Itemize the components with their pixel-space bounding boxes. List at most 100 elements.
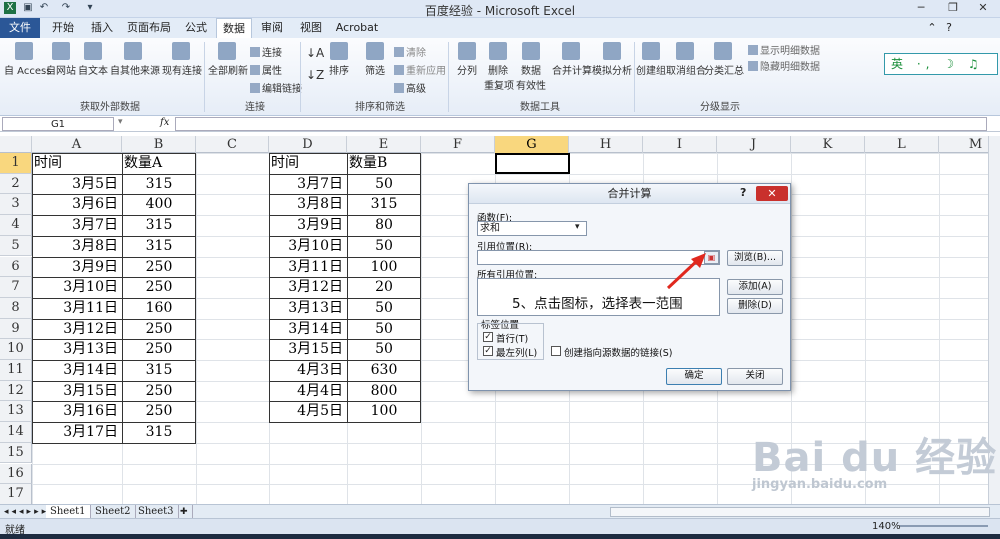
- group-button[interactable]: 创建组: [636, 42, 666, 77]
- from-other-sources-button[interactable]: 自其他来源: [110, 42, 160, 77]
- row-header[interactable]: 17: [0, 484, 32, 505]
- column-header[interactable]: L: [865, 136, 939, 153]
- from-web-button[interactable]: 自网站: [46, 42, 76, 77]
- name-box[interactable]: G1: [2, 117, 114, 131]
- active-cell-g1[interactable]: [495, 153, 570, 174]
- column-header[interactable]: C: [196, 136, 269, 153]
- row-header[interactable]: 14: [0, 422, 32, 443]
- consolidate-button[interactable]: 合并计算: [552, 42, 592, 77]
- column-header[interactable]: I: [643, 136, 717, 153]
- row-header[interactable]: 3: [0, 194, 32, 216]
- row-header[interactable]: 16: [0, 463, 32, 485]
- ime-toolbar[interactable]: 英 ·, ☽ ♫: [884, 53, 998, 75]
- sheet-tab-2[interactable]: Sheet2: [91, 505, 136, 519]
- properties-button[interactable]: 属性: [250, 62, 282, 77]
- ribbon-collapse-icon[interactable]: ⌃: [925, 18, 939, 38]
- sort-za-icon[interactable]: ↓Z: [306, 68, 324, 82]
- column-header[interactable]: B: [122, 136, 196, 153]
- reapply-button[interactable]: 重新应用: [394, 62, 446, 77]
- help-icon[interactable]: ?: [942, 18, 956, 38]
- new-sheet-icon[interactable]: ✚: [176, 505, 193, 519]
- table-rule: [347, 153, 348, 423]
- left-column-checkbox[interactable]: ✓: [483, 346, 493, 356]
- group-icon: [642, 42, 660, 60]
- row-header[interactable]: 13: [0, 401, 32, 423]
- column-header[interactable]: J: [717, 136, 791, 153]
- tab-view[interactable]: 视图: [293, 18, 329, 38]
- restore-icon[interactable]: ❐: [938, 0, 968, 16]
- zoom-slider[interactable]: [900, 525, 988, 527]
- tab-data[interactable]: 数据: [216, 18, 252, 38]
- ungroup-button[interactable]: 取消组合: [666, 42, 706, 77]
- tab-page-layout[interactable]: 页面布局: [124, 18, 174, 38]
- filter-button[interactable]: 筛选: [362, 42, 388, 77]
- browse-button[interactable]: 浏览(B)...: [727, 250, 783, 266]
- connections-button[interactable]: 连接: [250, 44, 282, 59]
- tab-home[interactable]: 开始: [45, 18, 81, 38]
- column-header[interactable]: G: [495, 136, 569, 153]
- sheet-nav-arrows-icon[interactable]: ◂◂◂▸▸▸: [4, 505, 49, 519]
- from-access-button[interactable]: 自 Access: [4, 42, 51, 77]
- clear-filter-button[interactable]: 清除: [394, 44, 426, 59]
- delete-button[interactable]: 删除(D): [727, 298, 783, 314]
- sheet-tab-1[interactable]: Sheet1: [46, 505, 91, 519]
- row-header[interactable]: 10: [0, 339, 32, 360]
- subtotal-button[interactable]: 分类汇总: [704, 42, 744, 77]
- function-select[interactable]: 求和: [477, 221, 587, 236]
- row-header[interactable]: 1: [0, 153, 32, 174]
- top-row-checkbox[interactable]: ✓: [483, 332, 493, 342]
- advanced-filter-button[interactable]: 高级: [394, 80, 426, 95]
- minimize-icon[interactable]: ─: [906, 0, 936, 16]
- remove-duplicates-button[interactable]: 删除 重复项: [484, 42, 514, 92]
- existing-connections-button[interactable]: 现有连接: [162, 42, 202, 77]
- sort-az-icon[interactable]: ↓A: [306, 46, 324, 60]
- refresh-all-button[interactable]: 全部刷新: [208, 42, 248, 77]
- row-header[interactable]: 15: [0, 442, 32, 464]
- column-header[interactable]: F: [421, 136, 495, 153]
- column-header[interactable]: D: [269, 136, 347, 153]
- row-header[interactable]: 6: [0, 256, 32, 278]
- row-header[interactable]: 9: [0, 318, 32, 340]
- row-header[interactable]: 5: [0, 235, 32, 257]
- from-text-button[interactable]: 自文本: [78, 42, 108, 77]
- chevron-down-icon[interactable]: ▾: [575, 222, 580, 232]
- row-header[interactable]: 7: [0, 277, 32, 298]
- row-header[interactable]: 12: [0, 380, 32, 402]
- column-header[interactable]: E: [347, 136, 421, 153]
- table-rule: [32, 380, 196, 382]
- ok-button[interactable]: 确定: [666, 368, 722, 385]
- formula-input[interactable]: [175, 117, 987, 131]
- tab-file[interactable]: 文件: [0, 18, 40, 38]
- tab-acrobat[interactable]: Acrobat: [334, 18, 380, 38]
- column-header[interactable]: K: [791, 136, 865, 153]
- horizontal-scrollbar[interactable]: [610, 507, 990, 517]
- data-validation-button[interactable]: 数据 有效性: [514, 42, 548, 92]
- column-header[interactable]: H: [569, 136, 643, 153]
- fx-icon[interactable]: fx: [160, 117, 169, 128]
- row-header[interactable]: 11: [0, 360, 32, 381]
- edit-links-button[interactable]: 编辑链接: [250, 80, 302, 95]
- add-button[interactable]: 添加(A): [727, 279, 783, 295]
- sheet-tab-3[interactable]: Sheet3: [134, 505, 179, 519]
- row-header[interactable]: 4: [0, 215, 32, 236]
- close-window-icon[interactable]: ✕: [968, 0, 998, 16]
- close-icon[interactable]: ✕: [756, 186, 788, 201]
- tab-insert[interactable]: 插入: [84, 18, 120, 38]
- namebox-dropdown-icon[interactable]: ▾: [118, 117, 123, 127]
- column-header[interactable]: A: [32, 136, 122, 153]
- row-header[interactable]: 2: [0, 173, 32, 195]
- show-detail-button[interactable]: 显示明细数据: [748, 42, 820, 57]
- sort-button[interactable]: 排序: [326, 42, 352, 77]
- row-header[interactable]: 8: [0, 297, 32, 319]
- zoom-level[interactable]: 140%: [872, 521, 901, 532]
- table-rule: [32, 318, 196, 320]
- create-links-checkbox[interactable]: [551, 346, 561, 356]
- tab-review[interactable]: 审阅: [254, 18, 290, 38]
- close-button[interactable]: 关闭: [727, 368, 783, 385]
- help-icon[interactable]: ?: [740, 186, 746, 199]
- text-to-columns-button[interactable]: 分列: [454, 42, 480, 77]
- what-if-analysis-button[interactable]: 模拟分析: [592, 42, 632, 77]
- tab-formulas[interactable]: 公式: [178, 18, 214, 38]
- select-all-corner[interactable]: [0, 136, 32, 153]
- hide-detail-button[interactable]: 隐藏明细数据: [748, 58, 820, 73]
